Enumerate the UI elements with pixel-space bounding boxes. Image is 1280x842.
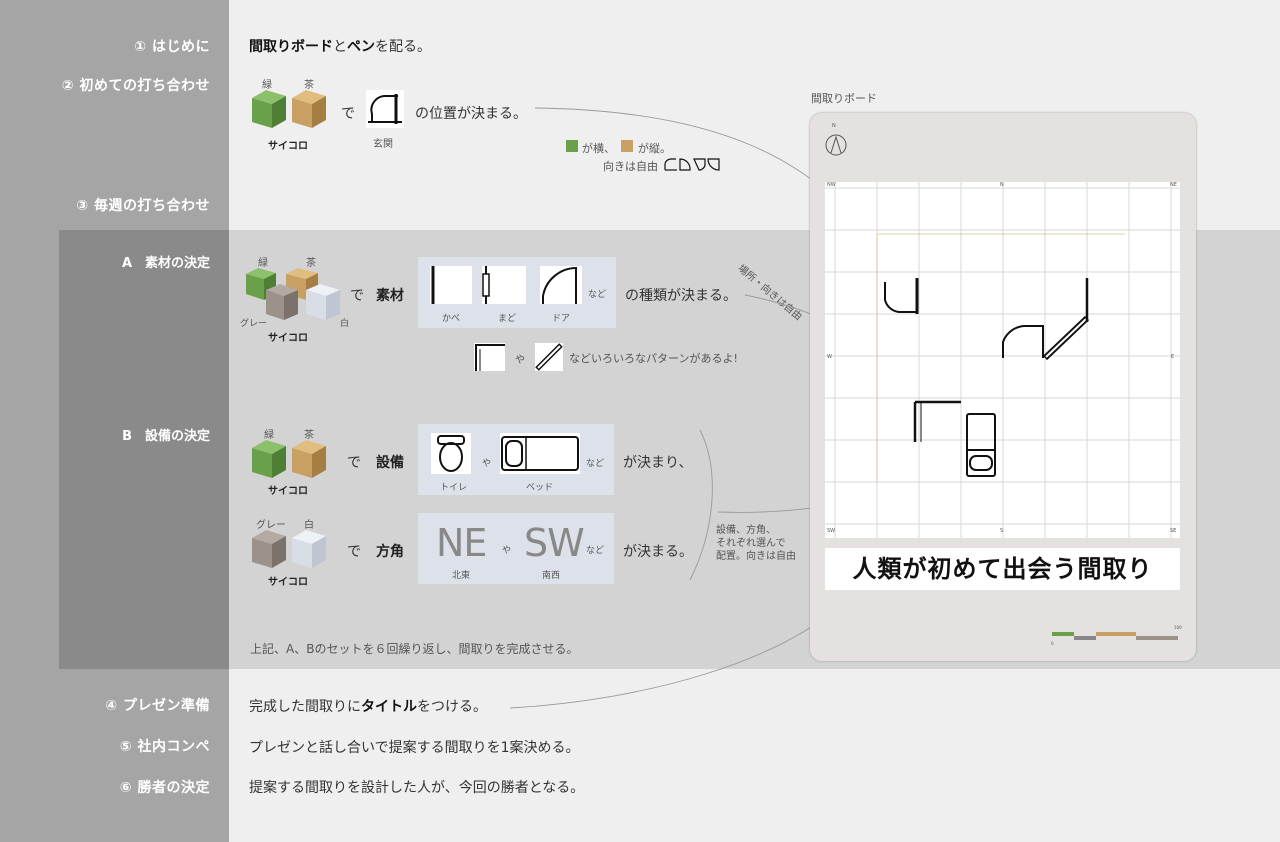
compass-icon — [825, 134, 847, 156]
dir-nw: NW — [827, 182, 836, 188]
dir-se: SE — [1170, 528, 1177, 534]
board-caption: 間取りボード — [811, 92, 877, 105]
scale-bar — [1052, 632, 1178, 640]
dir-w: W — [827, 354, 832, 360]
scale-end: 100 — [1174, 625, 1182, 630]
compass-n: N — [832, 123, 836, 129]
dir-ne: NE — [1170, 182, 1177, 188]
grid-lines — [825, 182, 1180, 538]
scale-start: 0 — [1051, 641, 1054, 646]
placed-door — [1002, 325, 1044, 358]
dir-e: E — [1171, 354, 1175, 360]
floor-plan-board: N NW N NE W E SW S SE 人類が初めて出会う間取り 0 100 — [810, 113, 1196, 661]
placed-pieces — [884, 278, 1090, 477]
dir-n: N — [1000, 182, 1004, 188]
bracket-curve — [689, 429, 713, 581]
dir-sw: SW — [827, 528, 836, 534]
placed-entrance-door — [884, 282, 917, 314]
dir-s: S — [1000, 528, 1004, 534]
board-title: 人類が初めて出会う間取り — [825, 548, 1180, 590]
grid-area: NW N NE W E SW S SE — [825, 182, 1180, 538]
arrow-title — [509, 604, 841, 709]
